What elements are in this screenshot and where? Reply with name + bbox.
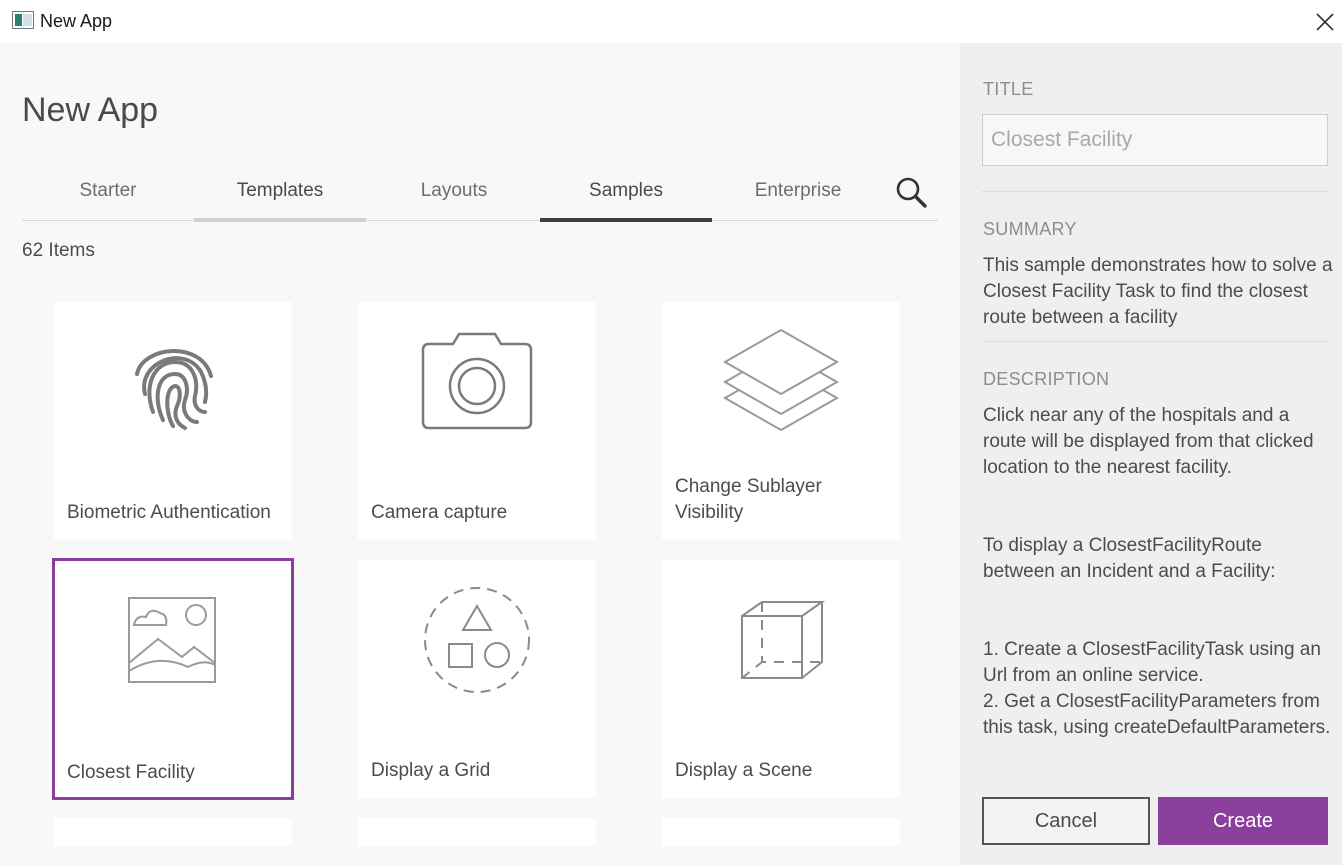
sample-card-display-grid[interactable]: Display a Grid (358, 560, 596, 798)
sample-card-partial[interactable] (662, 818, 900, 846)
create-button[interactable]: Create (1158, 797, 1328, 845)
sample-card-partial[interactable] (54, 818, 292, 846)
cube-icon (741, 601, 826, 679)
sample-card-partial[interactable] (358, 818, 596, 846)
sample-card-biometric[interactable]: Biometric Authentication (54, 302, 292, 540)
tab-label: Starter (79, 180, 137, 201)
sample-card-closest-facility[interactable]: Closest Facility (52, 558, 294, 800)
layers-icon (722, 328, 840, 432)
title-input[interactable] (982, 114, 1328, 166)
description-text-3: 1. Create a ClosestFacilityTask using an… (983, 639, 1331, 738)
divider (982, 341, 1328, 342)
tab-label: Samples (589, 180, 663, 201)
sample-card-sublayer[interactable]: Change Sublayer Visibility (662, 302, 900, 540)
summary-label: SUMMARY (983, 219, 1077, 239)
app-icon (12, 11, 34, 29)
tab-label: Layouts (420, 180, 488, 201)
fingerprint-icon (135, 349, 213, 430)
shapes-grid-icon (424, 587, 530, 693)
page-title: New App (22, 91, 159, 129)
tab-enterprise[interactable]: Enterprise (712, 161, 884, 221)
items-count: 62 Items (22, 240, 95, 261)
tab-layouts[interactable]: Layouts (368, 161, 540, 221)
description-text-1: Click near any of the hospitals and a ro… (983, 405, 1314, 478)
title-label: TITLE (983, 79, 1034, 99)
gallery-panel: New App Starter Templates Layouts Sample… (0, 43, 960, 865)
tab-label: Enterprise (754, 180, 842, 201)
card-label: Biometric Authentication (67, 502, 271, 523)
search-icon[interactable] (894, 175, 930, 211)
tab-bar: Starter Templates Layouts Samples Enterp… (22, 161, 938, 222)
description-text-2: To display a ClosestFacilityRoute betwee… (983, 535, 1276, 582)
camera-icon (421, 332, 533, 430)
sample-card-display-scene[interactable]: Display a Scene (662, 560, 900, 798)
close-icon[interactable] (1312, 9, 1338, 35)
tab-label: Templates (236, 180, 324, 201)
divider (982, 191, 1328, 192)
details-panel: TITLE SUMMARY This sample demonstrates h… (960, 43, 1342, 865)
tab-starter[interactable]: Starter (22, 161, 194, 221)
image-icon (128, 597, 216, 683)
card-label: Camera capture (371, 502, 508, 523)
card-label: Display a Grid (371, 760, 491, 781)
tab-samples[interactable]: Samples (540, 161, 712, 222)
sample-card-camera[interactable]: Camera capture (358, 302, 596, 540)
window-titlebar: New App (0, 0, 1342, 43)
window-title: New App (40, 11, 113, 31)
summary-text: This sample demonstrates how to solve a … (983, 255, 1333, 328)
card-label: Display a Scene (675, 760, 813, 781)
tab-templates[interactable]: Templates (194, 161, 366, 222)
description-label: DESCRIPTION (983, 369, 1110, 389)
card-label: Closest Facility (67, 762, 195, 783)
card-label: Change Sublayer Visibility (675, 476, 822, 523)
cancel-button[interactable]: Cancel (982, 797, 1150, 845)
